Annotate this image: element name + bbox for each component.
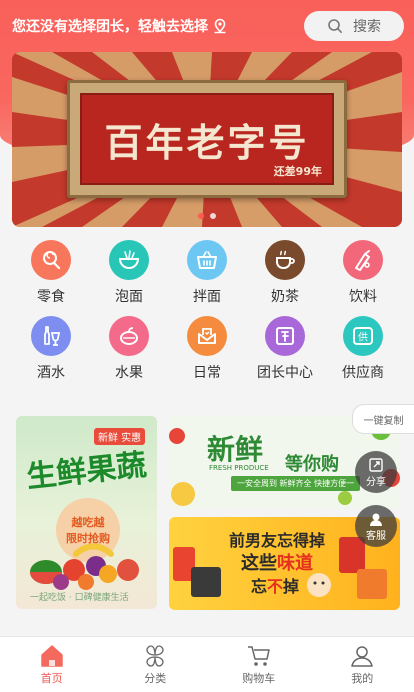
banner-signboard-inner: 百年老字号 还差99年 xyxy=(80,93,334,185)
banner-title: 百年老字号 xyxy=(104,119,310,165)
search-button[interactable]: 搜索 xyxy=(304,11,404,41)
fruit-icon xyxy=(109,316,149,356)
header-bar: 您还没有选择团长，轻触去选择 搜索 xyxy=(0,0,414,52)
category-label: 酒水 xyxy=(37,365,65,381)
promo-fresh-fruits-veg[interactable]: 新鲜 实惠 生鲜果蔬 越吃越 限时抢购 一起吃饭 · 口碑健康生活 xyxy=(16,416,157,609)
banner-carousel[interactable]: 百年老字号 还差99年 xyxy=(12,52,402,227)
promo-line2-text: 这些 xyxy=(241,553,277,574)
bottom-tab-bar: 首页 分类 购物车 我的 xyxy=(0,636,414,692)
category-grid: 零食 泡面 拌面 奶茶 饮料 酒水 水果 日常 团长中心 供 供应商 xyxy=(0,240,414,382)
promo-line2: 这些味道 xyxy=(241,549,313,575)
category-item-fruit[interactable]: 水果 xyxy=(90,316,168,382)
leader-center-icon xyxy=(265,316,305,356)
basket-icon xyxy=(187,240,227,280)
category-label: 奶茶 xyxy=(271,289,299,305)
service-label: 客服 xyxy=(366,530,386,542)
wine-icon xyxy=(31,316,71,356)
tab-label: 我的 xyxy=(351,671,374,685)
banner-subtitle: 还差99年 xyxy=(273,165,322,178)
search-label: 搜索 xyxy=(353,19,381,35)
promo-line3-highlight: 不 xyxy=(267,577,284,596)
category-item-drinks[interactable]: 饮料 xyxy=(324,240,402,306)
fruit-pile-illustration xyxy=(30,543,139,590)
promo-title: 新鲜 xyxy=(207,433,264,466)
category-label: 拌面 xyxy=(193,289,221,305)
milk-tea-cup-icon xyxy=(265,240,305,280)
share-label: 分享 xyxy=(366,476,386,488)
carousel-dot-1[interactable] xyxy=(198,213,204,219)
promo-line1: 前男友忘得掉 xyxy=(229,531,326,550)
location-text: 您还没有选择团长，轻触去选择 xyxy=(12,19,208,35)
user-icon xyxy=(351,645,373,667)
category-grid-icon xyxy=(146,644,164,667)
carousel-indicator xyxy=(12,213,402,219)
drink-icon xyxy=(343,240,383,280)
tab-label: 首页 xyxy=(40,671,63,685)
lollipop-icon xyxy=(31,240,71,280)
promo-feature-bar: 一安全周到 新鲜齐全 快捷方便一 xyxy=(231,476,361,491)
tab-label: 购物车 xyxy=(242,671,276,685)
search-icon xyxy=(328,19,342,33)
daily-box-icon xyxy=(187,316,227,356)
category-label: 饮料 xyxy=(349,289,377,305)
supplier-icon: 供 xyxy=(343,316,383,356)
category-item-instant-noodles[interactable]: 泡面 xyxy=(90,240,168,306)
share-button[interactable]: 分享 xyxy=(355,451,397,493)
promo-line3-text: 忘 xyxy=(251,577,268,596)
home-page: 您还没有选择团长，轻触去选择 搜索 百年老字号 还差99年 零食 泡面 拌面 奶… xyxy=(0,0,414,692)
banner-signboard: 百年老字号 还差99年 xyxy=(67,80,347,198)
svg-text:供: 供 xyxy=(358,331,368,344)
category-item-milk-tea[interactable]: 奶茶 xyxy=(246,240,324,306)
location-pin-icon xyxy=(214,18,226,34)
category-label: 泡面 xyxy=(115,289,143,305)
category-label: 供应商 xyxy=(342,365,384,381)
promo-title: 生鲜果蔬 xyxy=(24,447,148,496)
customer-service-button[interactable]: 客服 xyxy=(355,505,397,547)
category-item-supplier[interactable]: 供 供应商 xyxy=(324,316,402,382)
tab-category[interactable]: 分类 xyxy=(104,637,208,692)
copy-link-button[interactable]: 一键复制 xyxy=(352,404,414,434)
tab-label: 分类 xyxy=(144,671,167,685)
tab-cart[interactable]: 购物车 xyxy=(207,637,311,692)
category-item-liquor[interactable]: 酒水 xyxy=(12,316,90,382)
category-label: 零食 xyxy=(37,289,65,305)
category-label: 团长中心 xyxy=(257,365,313,381)
tab-home[interactable]: 首页 xyxy=(0,637,104,692)
category-item-leader-center[interactable]: 团长中心 xyxy=(246,316,324,382)
category-label: 水果 xyxy=(115,365,143,381)
promo-line3-end: 掉 xyxy=(283,577,300,596)
category-label: 日常 xyxy=(193,365,221,381)
promo-en-subtitle: FRESH PRODUCE xyxy=(209,464,269,472)
noodle-bowl-icon xyxy=(109,240,149,280)
promo-footer: 一起吃饭 · 口碑健康生活 xyxy=(30,593,129,603)
share-icon xyxy=(369,457,383,472)
cart-icon xyxy=(247,645,270,666)
tab-mine[interactable]: 我的 xyxy=(311,637,414,692)
promo-line2-highlight: 味道 xyxy=(277,553,313,574)
select-leader-prompt[interactable]: 您还没有选择团长，轻触去选择 xyxy=(12,16,304,36)
promo-line3: 忘不掉 xyxy=(251,573,299,597)
category-item-mixed-noodles[interactable]: 拌面 xyxy=(168,240,246,306)
carousel-dot-2[interactable] xyxy=(210,213,216,219)
promo-badge-line1: 越吃越 xyxy=(71,516,105,529)
category-item-daily[interactable]: 日常 xyxy=(168,316,246,382)
category-item-snacks[interactable]: 零食 xyxy=(12,240,90,306)
promo-slogan: 等你购 xyxy=(285,454,339,475)
home-icon xyxy=(41,644,63,667)
customer-service-icon xyxy=(370,513,382,526)
